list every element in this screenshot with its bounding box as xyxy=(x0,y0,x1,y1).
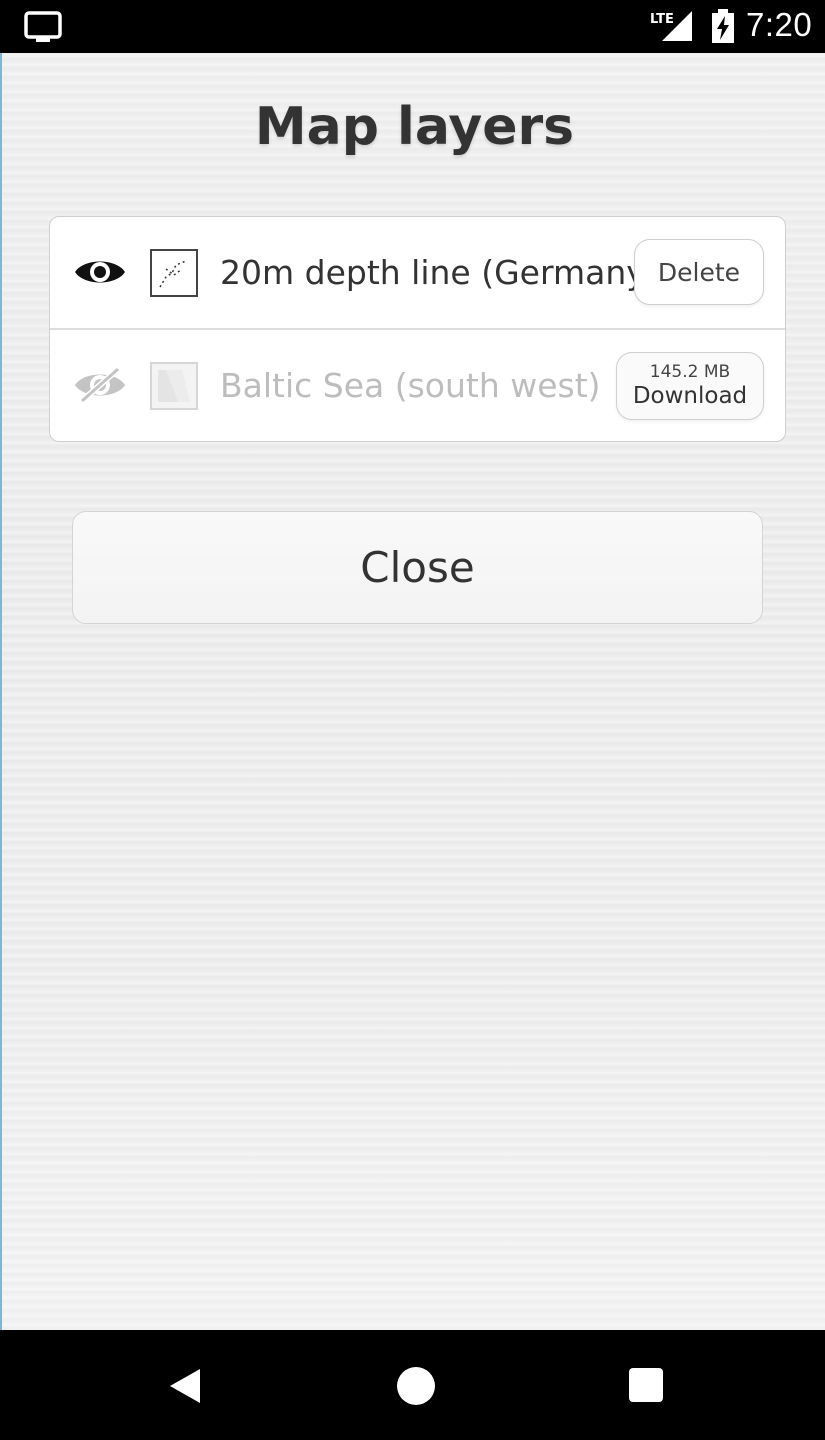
navigation-bar xyxy=(0,1330,825,1440)
cast-icon xyxy=(24,11,62,42)
page-title: Map layers xyxy=(254,97,575,157)
eye-icon[interactable] xyxy=(72,252,128,292)
chart-thumbnail xyxy=(150,362,198,410)
lte-signal-icon: LTE xyxy=(650,11,692,41)
layer-row-baltic-sea: Baltic Sea (south west) 145.2 MB Downloa… xyxy=(50,330,785,441)
delete-button[interactable]: Delete xyxy=(634,239,764,305)
download-button[interactable]: 145.2 MB Download xyxy=(616,352,764,420)
eye-off-icon[interactable] xyxy=(72,365,128,405)
close-button[interactable]: Close xyxy=(72,511,763,624)
svg-text:LTE: LTE xyxy=(650,12,674,27)
status-clock: 7:20 xyxy=(746,6,813,43)
layer-name: 20m depth line (Germany) xyxy=(220,253,659,292)
status-bar: LTE 7:20 xyxy=(0,0,825,53)
download-size: 145.2 MB xyxy=(649,362,731,382)
layers-list: 20m depth line (Germany) Delete Baltic S… xyxy=(49,216,786,442)
recents-icon[interactable] xyxy=(629,1368,663,1402)
download-label: Download xyxy=(632,383,748,409)
layer-row-depth-line: 20m depth line (Germany) Delete xyxy=(50,217,785,330)
depth-line-thumbnail xyxy=(150,249,198,297)
layer-name: Baltic Sea (south west) xyxy=(220,366,601,405)
map-layers-screen: Map layers 20m depth line (Germany) Dele… xyxy=(0,53,825,1330)
battery-charging-icon xyxy=(712,9,734,43)
home-icon[interactable] xyxy=(397,1367,435,1405)
back-icon[interactable] xyxy=(166,1366,204,1406)
